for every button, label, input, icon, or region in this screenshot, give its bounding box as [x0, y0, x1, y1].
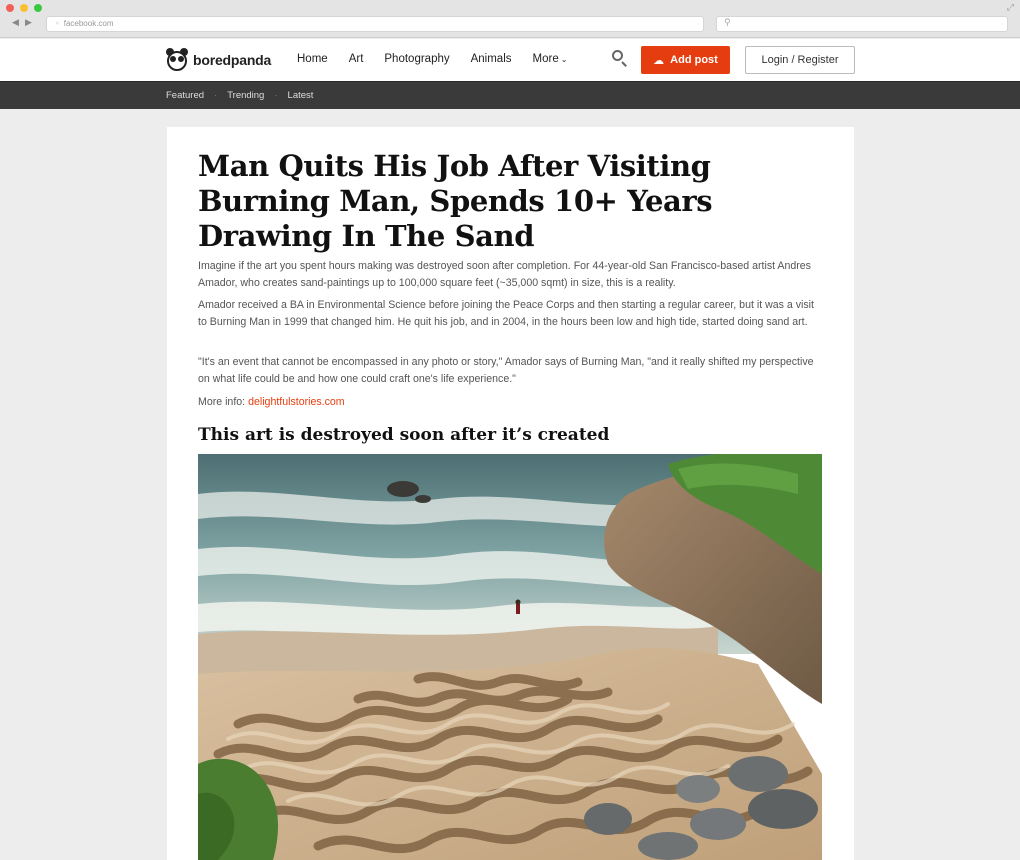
logo-text: boredpanda — [193, 52, 272, 68]
add-post-button[interactable]: ☁ Add post — [641, 46, 730, 74]
article-paragraph: Imagine if the art you spent hours makin… — [198, 260, 811, 289]
section-heading: This art is destroyed soon after it’s cr… — [198, 425, 610, 445]
cloud-upload-icon: ☁ — [653, 53, 665, 67]
search-icon: ⚲ — [724, 18, 731, 28]
minimize-window-button[interactable] — [20, 4, 28, 12]
globe-icon: ◦ — [55, 19, 60, 28]
address-bar-text: facebook.com — [63, 19, 114, 28]
browser-search-field[interactable]: ⚲ — [716, 16, 1008, 32]
article-card: Man Quits His Job After Visiting Burning… — [167, 127, 854, 860]
subnav-item-trending[interactable]: Trending — [227, 90, 264, 101]
nav-item-more-label: More — [532, 53, 559, 65]
panda-logo-icon — [166, 48, 188, 72]
history-buttons: ◀ ▶ — [9, 18, 39, 31]
subnav-item-latest[interactable]: Latest — [288, 90, 314, 101]
subnav-separator: · — [274, 90, 278, 101]
site-header: boredpanda Home Art Photography Animals … — [0, 39, 1020, 81]
subnav-item-featured[interactable]: Featured — [166, 90, 204, 101]
search-icon — [612, 50, 623, 61]
article-title: Man Quits His Job After Visiting Burning… — [198, 149, 713, 253]
nav-item-more[interactable]: More ⌄ — [533, 53, 568, 65]
subnav-separator: · — [214, 90, 218, 101]
site-logo[interactable]: boredpanda — [166, 45, 271, 75]
maximize-window-button[interactable] — [34, 4, 42, 12]
browser-chrome: ◀ ▶ ◦ facebook.com ⚲ ⤢ — [0, 0, 1020, 38]
chevron-down-icon: ⌄ — [560, 55, 568, 64]
search-button[interactable] — [611, 49, 629, 67]
resize-icon[interactable]: ⤢ — [1007, 3, 1014, 13]
more-info-link[interactable]: delightfulstories.com — [248, 396, 345, 408]
sub-nav: Featured · Trending · Latest — [0, 81, 1020, 109]
close-window-button[interactable] — [6, 4, 14, 12]
chevron-right-icon[interactable]: ▶ — [22, 18, 35, 28]
article-paragraph: "It's an event that cannot be encompasse… — [198, 356, 814, 385]
article-photo — [198, 454, 822, 860]
more-info-label: More info: — [198, 396, 246, 408]
nav-item-animals[interactable]: Animals — [471, 53, 512, 65]
address-bar[interactable]: ◦ facebook.com — [46, 16, 704, 32]
chevron-left-icon[interactable]: ◀ — [9, 18, 22, 28]
nav-item-home[interactable]: Home — [297, 53, 328, 65]
add-post-label: Add post — [670, 54, 718, 66]
more-info-line: More info: delightfulstories.com — [198, 394, 823, 411]
nav-item-photography[interactable]: Photography — [384, 53, 449, 65]
main-nav: Home Art Photography Animals More ⌄ — [297, 53, 588, 65]
nav-item-art[interactable]: Art — [349, 53, 364, 65]
login-register-button[interactable]: Login / Register — [745, 46, 855, 74]
article-paragraph: Amador received a BA in Environmental Sc… — [198, 299, 814, 328]
